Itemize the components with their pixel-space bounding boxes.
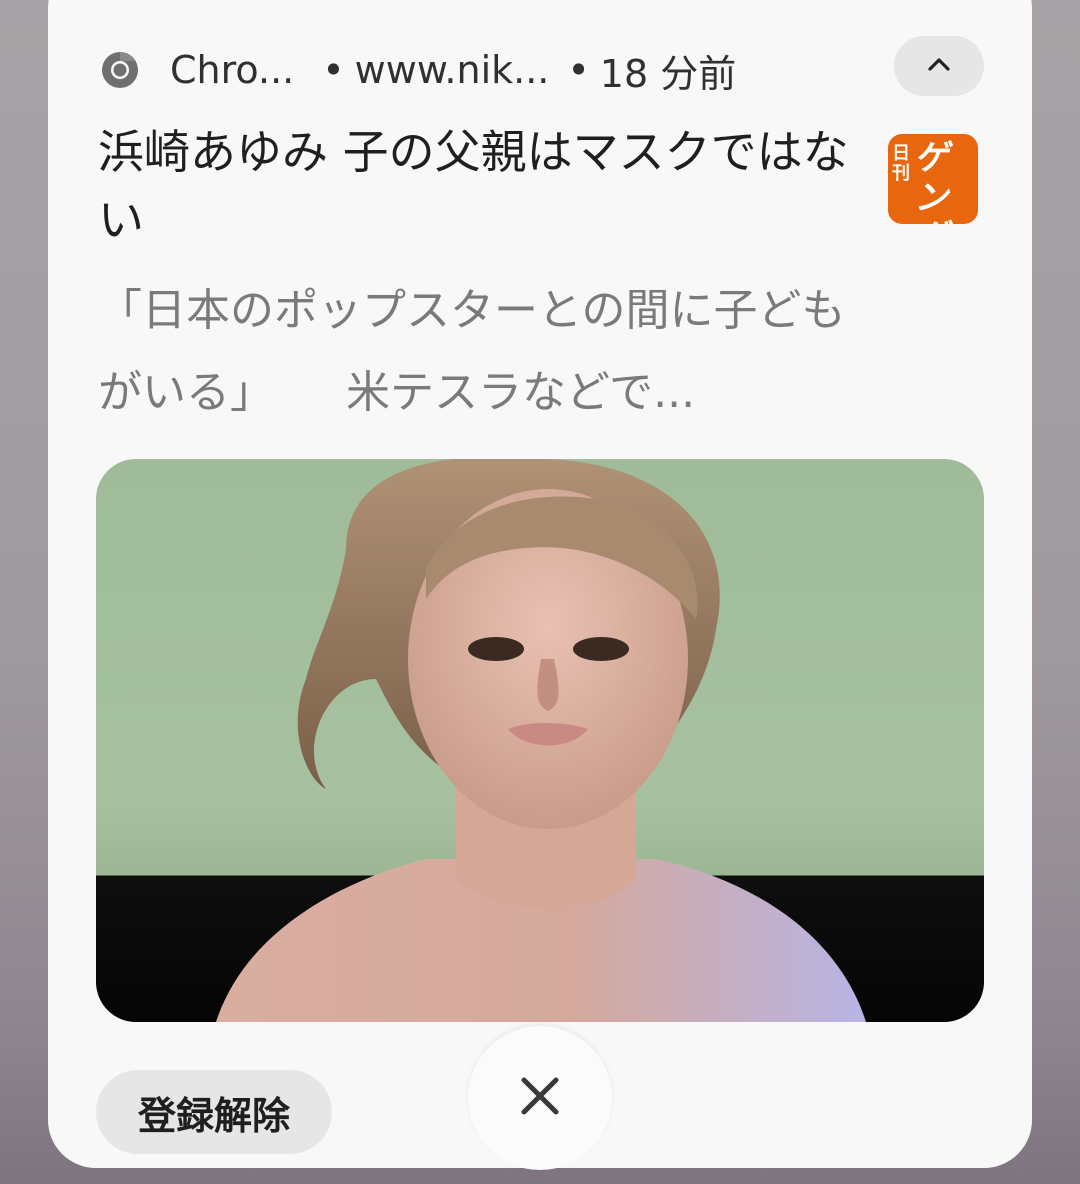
- publisher-logo-text: ゲンダイ: [914, 138, 948, 224]
- notification-summary: 「日本のポップスターとの間に子どもがいる」 米テスラなどで...: [98, 270, 858, 434]
- dismiss-button[interactable]: [468, 1026, 612, 1170]
- unsubscribe-button[interactable]: 登録解除: [96, 1070, 332, 1154]
- notification-header: Chro... • www.nik... • 18 分前: [100, 38, 736, 102]
- header-separator: •: [567, 48, 590, 92]
- app-name: Chro...: [170, 48, 295, 92]
- expand-button[interactable]: [894, 36, 984, 96]
- source-url: www.nik...: [354, 48, 550, 92]
- header-separator: •: [322, 48, 345, 92]
- news-photo[interactable]: [96, 459, 984, 1022]
- publisher-logo-small-text: 日刊: [892, 143, 910, 184]
- publisher-logo: 日刊 ゲンダイ: [888, 134, 978, 224]
- notification-title: 浜崎あゆみ 子の父親はマスクではない: [98, 125, 849, 247]
- timestamp: 18 分前: [599, 51, 737, 96]
- close-icon: [520, 1076, 560, 1120]
- chrome-icon: [100, 50, 140, 90]
- chevron-up-icon: [927, 56, 951, 76]
- summary-text-continued: 米テスラなどで...: [346, 367, 696, 418]
